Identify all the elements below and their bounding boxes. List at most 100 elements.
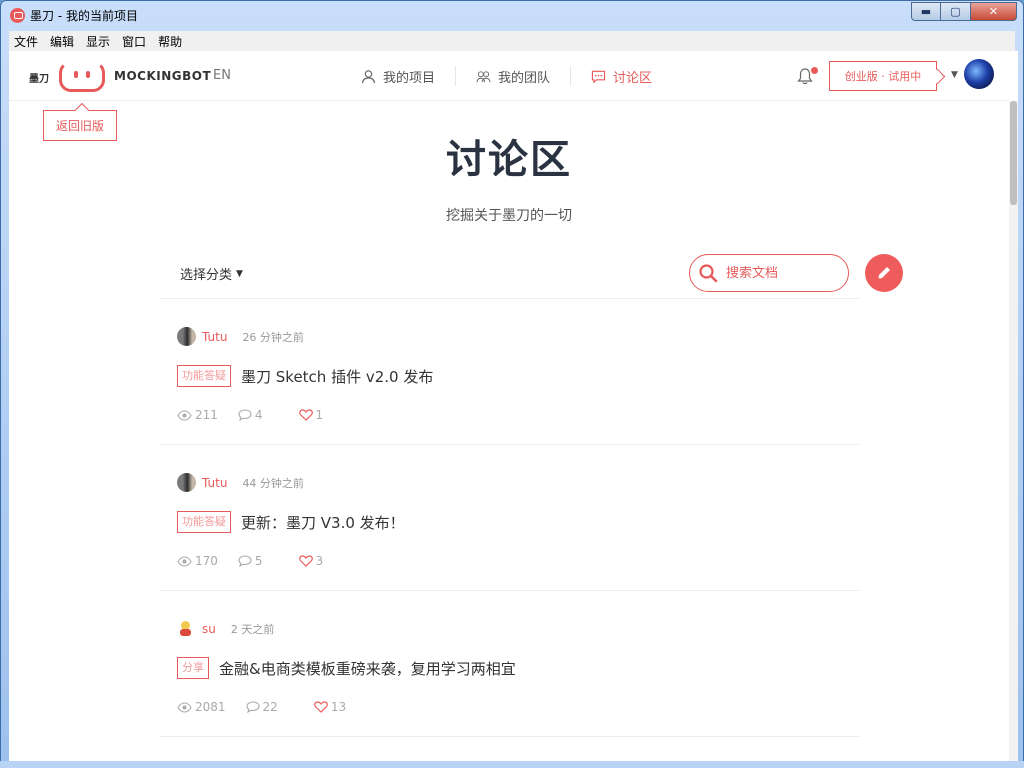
post-meta: Tutu 26 分钟之前 xyxy=(177,327,304,346)
title-bar[interactable]: 墨刀 - 我的当前项目 ▬ ▢ ✕ xyxy=(1,1,1023,31)
top-header: 墨刀 MOCKINGBOT EN 我的项目 我的团队 讨论区 创业版 · 试用中… xyxy=(9,51,1009,101)
menu-view[interactable]: 显示 xyxy=(86,33,110,50)
author-avatar[interactable] xyxy=(177,473,196,492)
post-stats: 211 4 1 xyxy=(177,408,343,422)
nav-label: 我的项目 xyxy=(383,70,436,86)
post-stats: 2081 22 13 xyxy=(177,700,366,714)
page-title: 讨论区 xyxy=(446,137,572,183)
comments-value: 22 xyxy=(262,700,278,714)
logo-text: MOCKINGBOT xyxy=(114,69,212,83)
scrollbar-thumb[interactable] xyxy=(1010,101,1017,205)
window-title: 墨刀 - 我的当前项目 xyxy=(30,9,138,23)
author-name[interactable]: Tutu xyxy=(202,476,227,490)
post-title[interactable]: 金融&电商类模板重磅来袭，复用学习两相宜 xyxy=(219,658,516,679)
search-box[interactable] xyxy=(689,254,849,292)
comments-value: 4 xyxy=(254,408,263,422)
heart-icon xyxy=(298,409,313,421)
like-count[interactable]: 1 xyxy=(298,408,324,422)
menu-help[interactable]: 帮助 xyxy=(158,33,182,50)
author-name[interactable]: Tutu xyxy=(202,330,227,344)
views-value: 2081 xyxy=(195,700,226,714)
menu-edit[interactable]: 编辑 xyxy=(50,33,74,50)
like-count[interactable]: 13 xyxy=(314,700,346,714)
list-item[interactable]: Tutu 26 分钟之前 功能答疑 墨刀 Sketch 插件 v2.0 发布 2… xyxy=(159,299,859,445)
comment-icon xyxy=(238,409,252,421)
category-tag[interactable]: 分享 xyxy=(177,657,209,679)
vertical-scrollbar[interactable] xyxy=(1009,101,1018,762)
list-item[interactable]: su 2 天之前 分享 金融&电商类模板重磅来袭，复用学习两相宜 2081 22 xyxy=(159,591,859,737)
view-count: 211 xyxy=(177,408,218,422)
nav-discussion[interactable]: 讨论区 xyxy=(570,66,672,86)
main-nav: 我的项目 我的团队 讨论区 xyxy=(361,66,672,86)
app-content: 墨刀 MOCKINGBOT EN 我的项目 我的团队 讨论区 创业版 · 试用中… xyxy=(9,51,1018,762)
likes-value: 1 xyxy=(315,408,324,422)
likes-value: 13 xyxy=(330,700,347,714)
notification-dot xyxy=(811,67,818,74)
caret-down-icon: ▼ xyxy=(236,268,243,279)
comment-count: 22 xyxy=(245,700,278,714)
menu-window[interactable]: 窗口 xyxy=(122,33,146,50)
author-avatar[interactable] xyxy=(177,619,196,638)
post-title-row: 功能答疑 更新：墨刀 V3.0 发布！ xyxy=(177,511,405,533)
pencil-icon xyxy=(878,267,890,279)
post-time: 26 分钟之前 xyxy=(242,330,304,344)
post-title-row: 功能答疑 墨刀 Sketch 插件 v2.0 发布 xyxy=(177,365,433,387)
nav-label: 我的团队 xyxy=(498,70,551,86)
user-avatar[interactable] xyxy=(964,59,994,89)
close-button[interactable]: ✕ xyxy=(971,2,1017,21)
post-time: 44 分钟之前 xyxy=(242,476,304,490)
search-icon xyxy=(699,264,718,283)
post-stats: 170 5 3 xyxy=(177,554,343,568)
author-avatar[interactable] xyxy=(177,327,196,346)
menu-file[interactable]: 文件 xyxy=(14,33,38,50)
category-filter[interactable]: 选择分类 ▼ xyxy=(180,264,243,283)
filter-label: 选择分类 xyxy=(180,268,233,283)
chat-icon xyxy=(591,70,606,83)
view-count: 170 xyxy=(177,554,218,568)
eye-icon xyxy=(177,555,192,567)
view-count: 2081 xyxy=(177,700,226,714)
eye-icon xyxy=(177,701,192,713)
nav-my-projects[interactable]: 我的项目 xyxy=(361,66,455,86)
category-tag[interactable]: 功能答疑 xyxy=(177,365,231,387)
like-count[interactable]: 3 xyxy=(298,554,324,568)
views-value: 211 xyxy=(195,408,218,422)
post-title[interactable]: 更新：墨刀 V3.0 发布！ xyxy=(241,512,405,533)
new-post-button[interactable] xyxy=(865,254,903,292)
user-icon xyxy=(361,69,376,83)
logo-cn-text: 墨刀 xyxy=(29,74,49,85)
list-item[interactable]: Tutu 44 分钟之前 功能答疑 更新：墨刀 V3.0 发布！ 170 5 3 xyxy=(159,445,859,591)
minimize-button[interactable]: ▬ xyxy=(911,2,941,21)
nav-my-team[interactable]: 我的团队 xyxy=(455,66,570,86)
nav-label: 讨论区 xyxy=(613,70,653,86)
page-subtitle: 挖掘关于墨刀的一切 xyxy=(446,208,572,224)
app-logo-icon xyxy=(10,8,25,23)
maximize-button[interactable]: ▢ xyxy=(941,2,971,21)
search-input[interactable] xyxy=(726,265,836,281)
app-window: 墨刀 - 我的当前项目 ▬ ▢ ✕ 文件 编辑 显示 窗口 帮助 墨刀 MOCK… xyxy=(0,0,1024,768)
post-meta: Tutu 44 分钟之前 xyxy=(177,473,304,492)
likes-value: 3 xyxy=(315,554,324,568)
comment-count: 5 xyxy=(238,554,263,568)
chevron-down-icon[interactable]: ▼ xyxy=(951,70,958,80)
post-time: 2 天之前 xyxy=(230,622,275,636)
post-title[interactable]: 墨刀 Sketch 插件 v2.0 发布 xyxy=(241,366,433,387)
heart-icon xyxy=(298,555,313,567)
comment-count: 4 xyxy=(238,408,263,422)
views-value: 170 xyxy=(195,554,218,568)
taskbar-edge xyxy=(0,761,1024,768)
eye-icon xyxy=(177,409,192,421)
menu-bar: 文件 编辑 显示 窗口 帮助 xyxy=(9,31,1015,51)
post-meta: su 2 天之前 xyxy=(177,619,274,638)
post-title-row: 分享 金融&电商类模板重磅来袭，复用学习两相宜 xyxy=(177,657,516,679)
comment-icon xyxy=(238,555,252,567)
window-controls: ▬ ▢ ✕ xyxy=(911,2,1017,21)
team-icon xyxy=(476,70,491,82)
category-tag[interactable]: 功能答疑 xyxy=(177,511,231,533)
mockingbot-logo-icon[interactable] xyxy=(59,61,105,92)
comments-value: 5 xyxy=(254,554,263,568)
language-switch[interactable]: EN xyxy=(213,68,231,83)
plan-badge[interactable]: 创业版 · 试用中 xyxy=(829,61,937,91)
comment-icon xyxy=(245,701,260,713)
author-name[interactable]: su xyxy=(202,622,216,636)
